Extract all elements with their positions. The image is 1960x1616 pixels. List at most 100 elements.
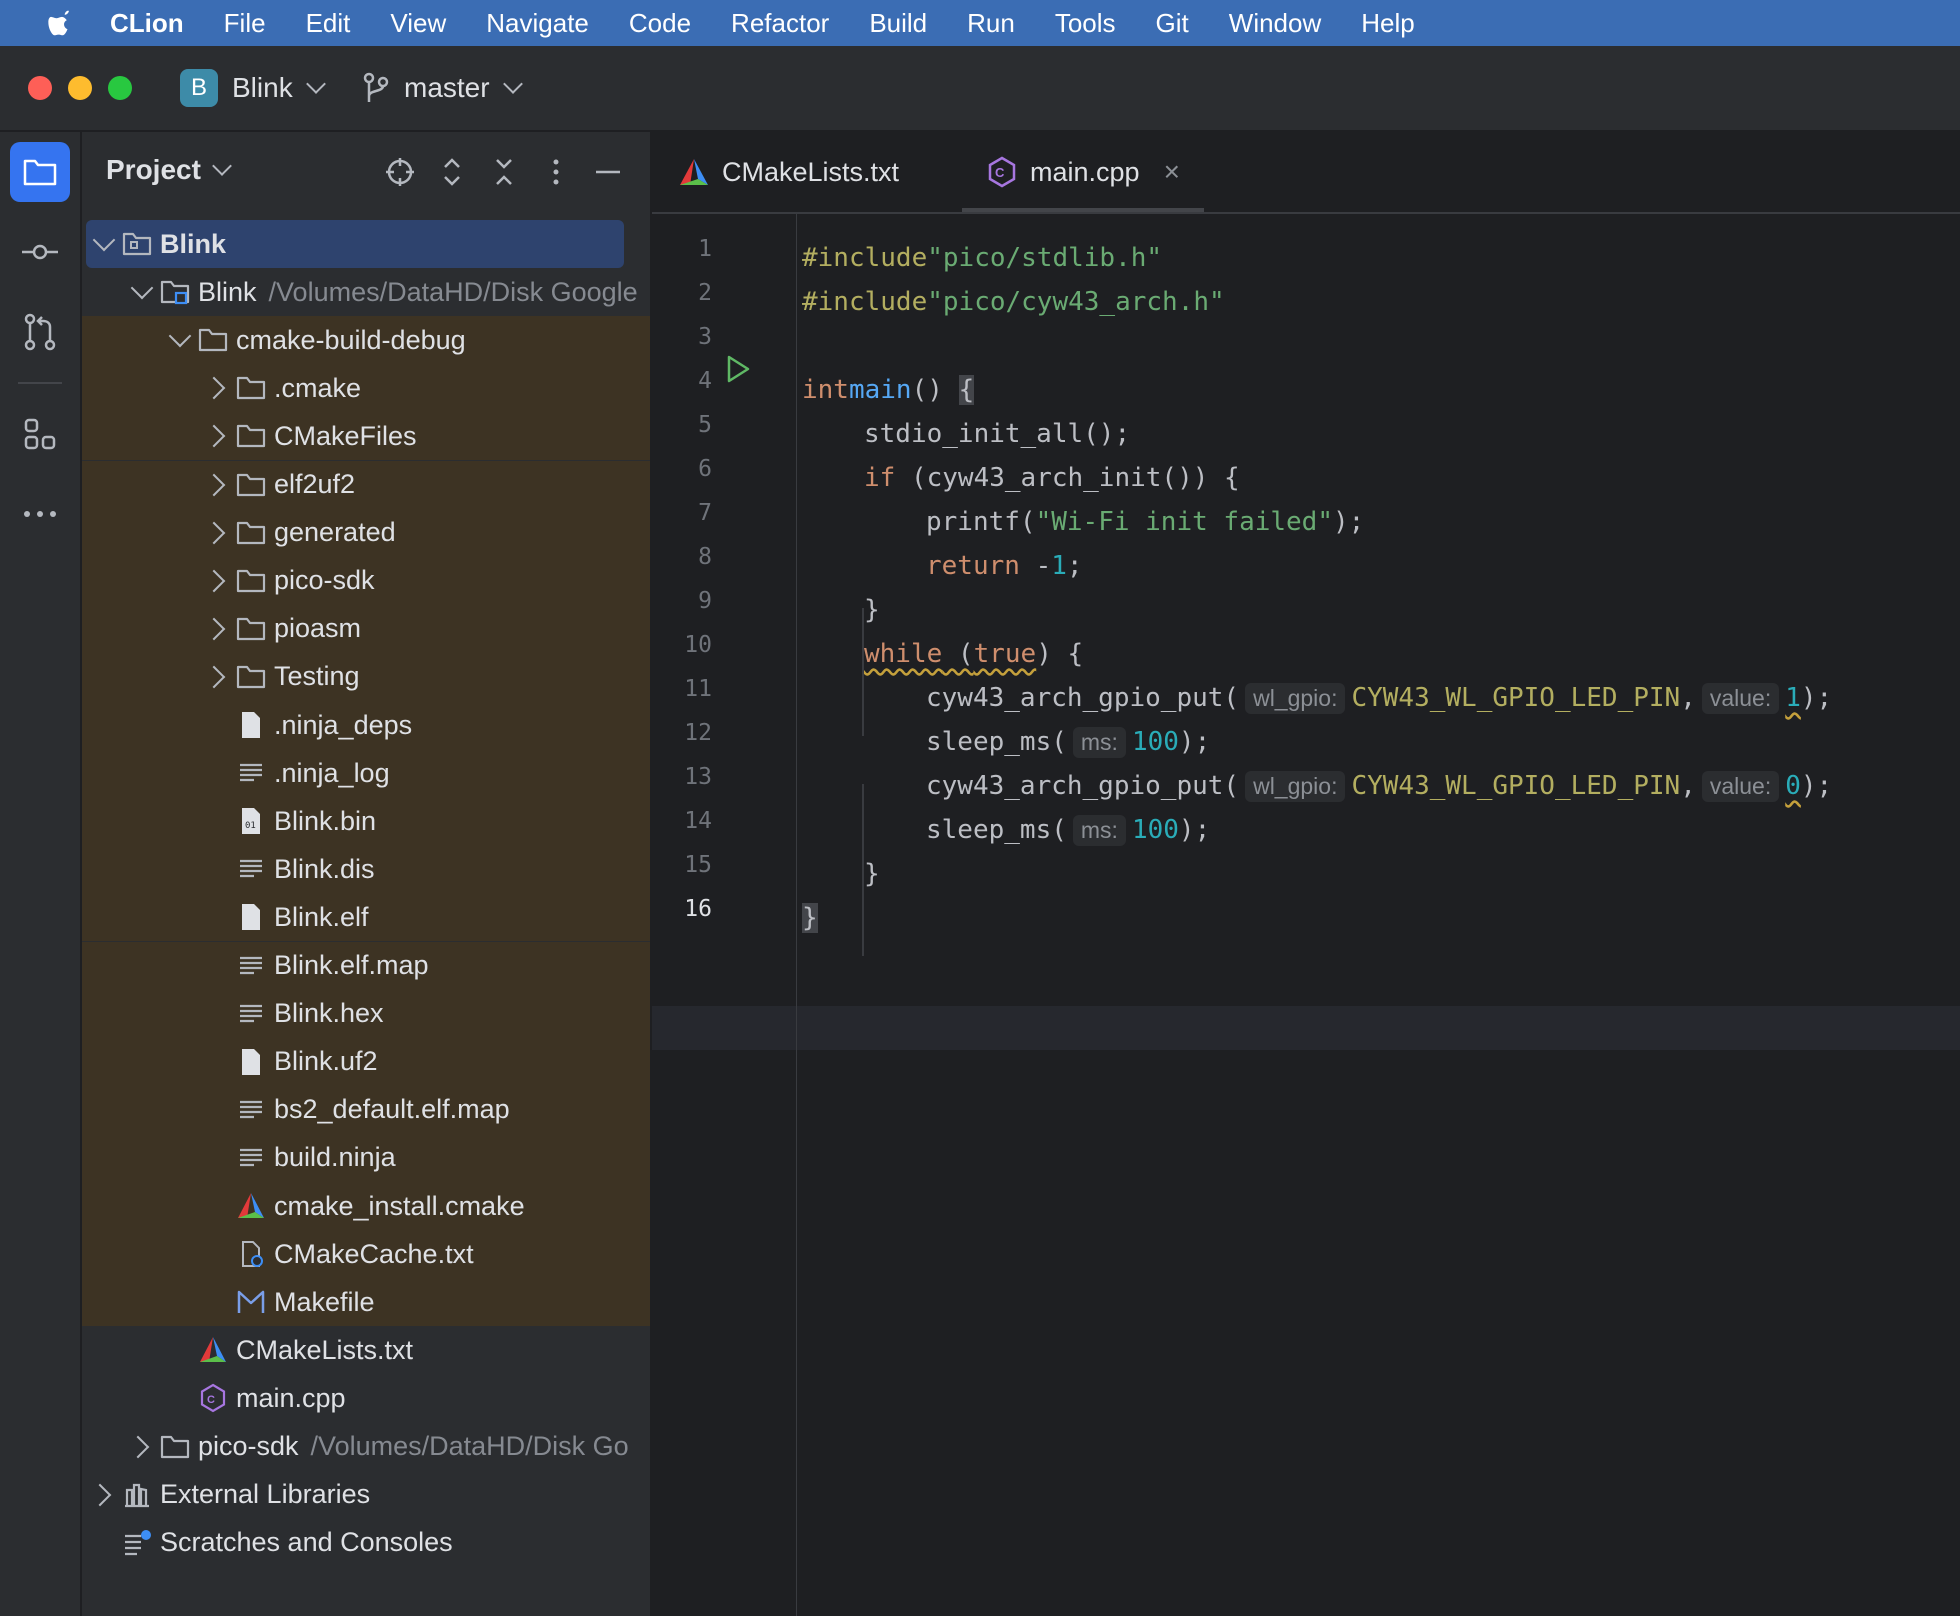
menu-help[interactable]: Help <box>1361 8 1414 39</box>
expand-all-icon[interactable] <box>436 156 468 188</box>
folder-icon <box>198 329 228 352</box>
folder-icon <box>236 473 266 496</box>
line-number: 12 <box>684 720 712 746</box>
line-number: 6 <box>698 456 712 482</box>
tree-item[interactable]: cmake-build-debug <box>82 316 650 365</box>
svg-text:01: 01 <box>245 821 256 831</box>
menu-app-name[interactable]: CLion <box>110 8 184 39</box>
tree-item[interactable]: .ninja_deps <box>82 701 650 749</box>
tree-item-label: Blink.dis <box>274 853 375 884</box>
code-line-10: while (true) { <box>864 639 1084 669</box>
run-gutter-icon[interactable] <box>724 354 752 384</box>
tree-item[interactable]: External Libraries <box>82 1471 650 1519</box>
window-titlebar: B Blink master <box>0 46 1960 132</box>
code-line-5: stdio_init_all(); <box>864 419 1131 449</box>
chevron-right-icon[interactable] <box>202 376 226 400</box>
tree-item[interactable]: Blink.elf.map <box>82 941 650 990</box>
zoom-window-button[interactable] <box>108 76 132 100</box>
project-switcher[interactable]: B Blink <box>180 68 326 108</box>
close-tab-icon[interactable]: × <box>1164 156 1180 188</box>
chevron-right-icon[interactable] <box>202 665 226 689</box>
hide-panel-icon[interactable] <box>592 156 624 188</box>
tree-item[interactable]: .cmake <box>82 364 650 413</box>
structure-tool-button[interactable] <box>10 404 70 464</box>
line-number: 14 <box>684 808 712 834</box>
menu-code[interactable]: Code <box>629 8 691 39</box>
chevron-down-icon[interactable] <box>130 276 154 300</box>
tree-item[interactable]: 01 Blink.bin <box>82 797 650 846</box>
tree-item[interactable]: Blink <box>86 220 624 268</box>
folder-icon <box>160 1435 190 1458</box>
tree-item[interactable]: Makefile <box>82 1278 650 1327</box>
text-file-icon <box>240 956 262 974</box>
tree-item[interactable]: Blink.uf2 <box>82 1037 650 1086</box>
tree-item[interactable]: pico-sdk/Volumes/DataHD/Disk Go <box>82 1423 650 1471</box>
tree-item[interactable]: CMakeFiles <box>82 412 650 461</box>
tree-item[interactable]: Blink.hex <box>82 989 650 1038</box>
cmake-icon <box>680 159 708 185</box>
tree-item[interactable]: generated <box>82 508 650 557</box>
line-number: 4 <box>698 368 712 394</box>
tree-item[interactable]: Blink/Volumes/DataHD/Disk Google <box>82 268 650 316</box>
more-tools-button[interactable] <box>10 484 70 544</box>
chevron-right-icon[interactable] <box>202 521 226 544</box>
line-number: 2 <box>698 280 712 306</box>
project-tool-button[interactable] <box>10 142 70 202</box>
menu-tools[interactable]: Tools <box>1055 8 1116 39</box>
tree-item[interactable]: CMakeLists.txt <box>82 1326 650 1374</box>
tree-item[interactable]: CMakeCache.txt <box>82 1230 650 1279</box>
tree-item[interactable]: .ninja_log <box>82 749 650 798</box>
menu-view[interactable]: View <box>390 8 446 39</box>
param-hint: wl_gpio: <box>1245 682 1346 714</box>
code-line-2: #include "pico/cyw43_arch.h" <box>802 287 1225 317</box>
chevron-right-icon[interactable] <box>202 569 226 593</box>
code-line-8: return -1; <box>926 551 1083 581</box>
tree-item[interactable]: pioasm <box>82 604 650 653</box>
code-line-13: cyw43_arch_gpio_put(wl_gpio: CYW43_WL_GPI… <box>926 770 1833 802</box>
locate-icon[interactable] <box>384 156 416 188</box>
collapse-all-icon[interactable] <box>488 156 520 188</box>
line-number: 11 <box>684 676 712 702</box>
chevron-down-icon[interactable] <box>168 324 192 348</box>
tree-item[interactable]: elf2uf2 <box>82 460 650 509</box>
tree-item[interactable]: pico-sdk <box>82 556 650 605</box>
options-vertical-icon[interactable] <box>540 156 572 188</box>
chevron-right-icon[interactable] <box>202 425 226 448</box>
project-view-selector[interactable]: Project <box>106 154 232 186</box>
chevron-right-icon[interactable] <box>202 617 226 641</box>
line-number: 8 <box>698 544 712 570</box>
tree-item[interactable]: Scratches and Consoles <box>82 1519 650 1567</box>
tab-main-cpp[interactable]: C main.cpp × <box>986 132 1180 212</box>
tree-item[interactable]: Cmain.cpp <box>82 1374 650 1422</box>
menu-file[interactable]: File <box>224 8 266 39</box>
chevron-right-icon[interactable] <box>88 1483 112 1506</box>
chevron-right-icon[interactable] <box>202 473 226 496</box>
tree-item[interactable]: Testing <box>82 652 650 701</box>
close-window-button[interactable] <box>28 76 52 100</box>
chevron-right-icon[interactable] <box>126 1435 150 1458</box>
chevron-down-icon[interactable] <box>92 228 116 252</box>
tree-item-label: Scratches and Consoles <box>160 1527 453 1558</box>
pull-requests-tool-button[interactable] <box>10 302 70 362</box>
tree-item[interactable]: Blink.dis <box>82 845 650 894</box>
commit-tool-button[interactable] <box>10 222 70 282</box>
menu-window[interactable]: Window <box>1229 8 1321 39</box>
tree-item[interactable]: Blink.elf <box>82 893 650 942</box>
menu-build[interactable]: Build <box>869 8 927 39</box>
code-line-6: if (cyw43_arch_init()) { <box>864 463 1240 493</box>
menu-run[interactable]: Run <box>967 8 1015 39</box>
minimize-window-button[interactable] <box>68 76 92 100</box>
apple-logo-icon[interactable] <box>40 8 84 38</box>
menu-navigate[interactable]: Navigate <box>486 8 589 39</box>
menu-refactor[interactable]: Refactor <box>731 8 829 39</box>
code-line-11: cyw43_arch_gpio_put(wl_gpio: CYW43_WL_GPI… <box>926 682 1833 714</box>
tab-cmakelists[interactable]: CMakeLists.txt <box>678 132 899 212</box>
menu-edit[interactable]: Edit <box>306 8 351 39</box>
tree-item[interactable]: cmake_install.cmake <box>82 1182 650 1230</box>
branch-switcher[interactable]: master <box>362 68 523 108</box>
tree-item[interactable]: bs2_default.elf.map <box>82 1085 650 1134</box>
code-line-14: sleep_ms(ms: 100); <box>926 814 1211 846</box>
menu-git[interactable]: Git <box>1156 8 1189 39</box>
folder-icon <box>236 665 266 688</box>
tree-item[interactable]: build.ninja <box>82 1133 650 1182</box>
